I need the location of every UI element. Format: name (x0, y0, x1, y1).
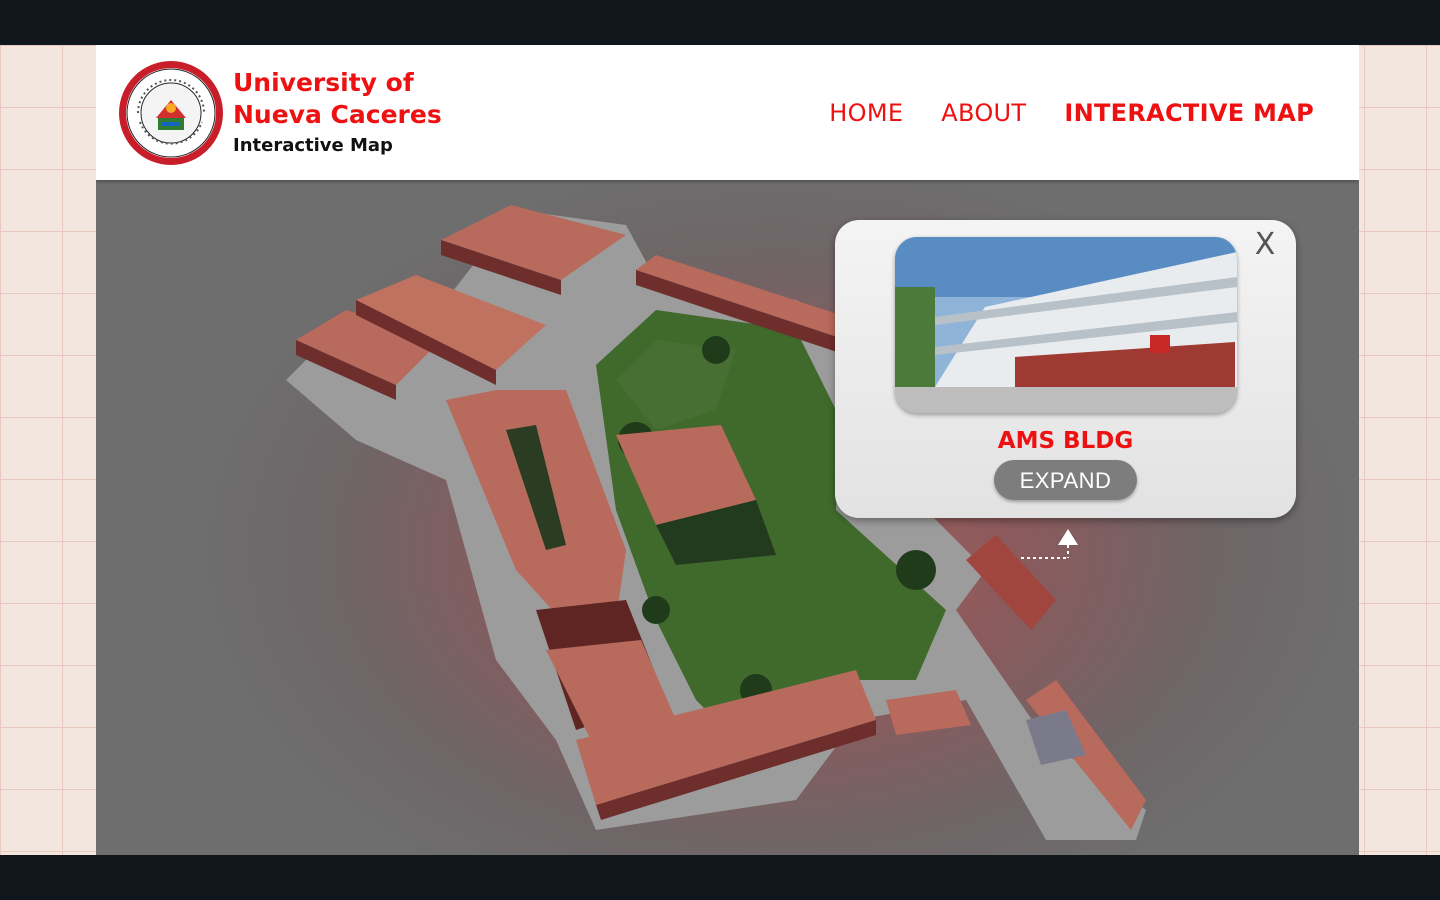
building-photo-image (895, 237, 1237, 413)
building-name: AMS BLDG (997, 428, 1134, 454)
building-photo (895, 237, 1237, 413)
close-icon[interactable]: X (1252, 230, 1278, 260)
nav-home-link[interactable]: HOME (829, 99, 903, 127)
site-header: University of Nueva Caceres Interactive … (96, 45, 1359, 180)
building-info-popup: X AMS BLDG EXPAND (835, 220, 1296, 518)
bottom-letterbox (0, 855, 1440, 900)
tree (702, 336, 730, 364)
university-seal-logo[interactable] (118, 60, 224, 166)
tree (642, 596, 670, 624)
nav-interactive-map-link[interactable]: INTERACTIVE MAP (1064, 99, 1314, 127)
selected-building-marker-icon[interactable] (1058, 529, 1078, 545)
nav-about-link[interactable]: ABOUT (941, 99, 1026, 127)
tree (896, 550, 936, 590)
main-nav: HOME ABOUT INTERACTIVE MAP (829, 99, 1314, 127)
brand-title-line2: Nueva Caceres (233, 100, 442, 129)
top-letterbox (0, 0, 1440, 45)
expand-button[interactable]: EXPAND (994, 460, 1137, 500)
brand-subtitle: Interactive Map (233, 135, 393, 156)
building-roof (966, 535, 1056, 630)
brand-text: University of Nueva Caceres Interactive … (233, 67, 442, 161)
app-frame: University of Nueva Caceres Interactive … (96, 45, 1359, 855)
brand-title-line1: University of (233, 68, 414, 97)
